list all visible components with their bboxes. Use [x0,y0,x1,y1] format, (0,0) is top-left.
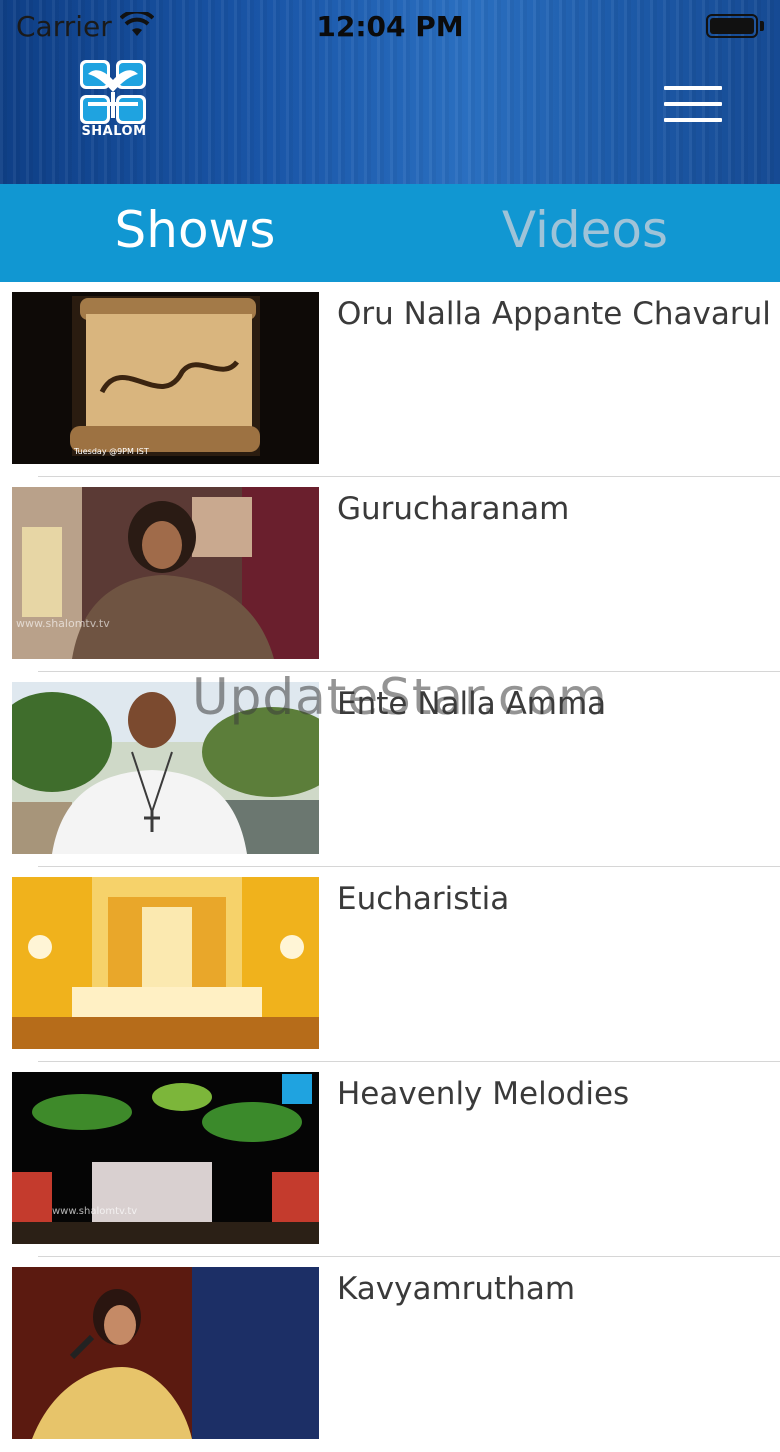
list-item[interactable]: Kavyamrutham [0,1257,780,1452]
tab-bar: Shows Videos [0,184,780,282]
show-title: Heavenly Melodies [337,1076,630,1112]
show-thumbnail: www.shalomtv.tv [12,1072,319,1244]
battery-tip [760,21,764,31]
show-thumbnail [12,1267,319,1439]
list-item[interactable]: www.shalomtv.tv Heavenly Melodies [0,1062,780,1257]
status-time: 12:04 PM [316,10,464,43]
app-header: Carrier 12:04 PM SHALOM [0,0,780,184]
list-item[interactable]: Ente Nalla Amma [0,672,780,867]
menu-button[interactable] [664,86,722,126]
shows-list: Tuesday @9PM IST Oru Nalla Appante Chava… [0,282,780,1452]
show-thumbnail: Tuesday @9PM IST [12,292,319,464]
list-item[interactable]: Eucharistia [0,867,780,1062]
battery-icon [706,14,758,38]
show-title: Eucharistia [337,881,510,917]
tab-videos[interactable]: Videos [390,184,780,282]
thumbnail-caption: www.shalomtv.tv [16,617,110,630]
list-item[interactable]: www.shalomtv.tv Gurucharanam [0,477,780,672]
status-bar: Carrier 12:04 PM [0,0,780,56]
hamburger-icon-line [664,86,722,90]
logo-text: SHALOM [81,124,147,139]
thumbnail-caption: www.shalomtv.tv [52,1206,137,1217]
show-thumbnail [12,682,319,854]
show-title: Kavyamrutham [337,1271,576,1307]
thumbnail-caption: Tuesday @9PM IST [73,447,149,456]
show-title: Ente Nalla Amma [337,686,607,722]
hamburger-icon-line [664,102,722,106]
show-thumbnail: www.shalomtv.tv [12,487,319,659]
show-thumbnail [12,877,319,1049]
list-item[interactable]: Tuesday @9PM IST Oru Nalla Appante Chava… [0,282,780,477]
tab-shows[interactable]: Shows [0,184,390,282]
show-title: Gurucharanam [337,491,570,527]
shalom-logo-icon [80,60,146,124]
show-title: Oru Nalla Appante Chavarul [337,296,771,332]
hamburger-icon-line [664,118,722,122]
shalom-logo[interactable]: SHALOM [80,60,148,142]
